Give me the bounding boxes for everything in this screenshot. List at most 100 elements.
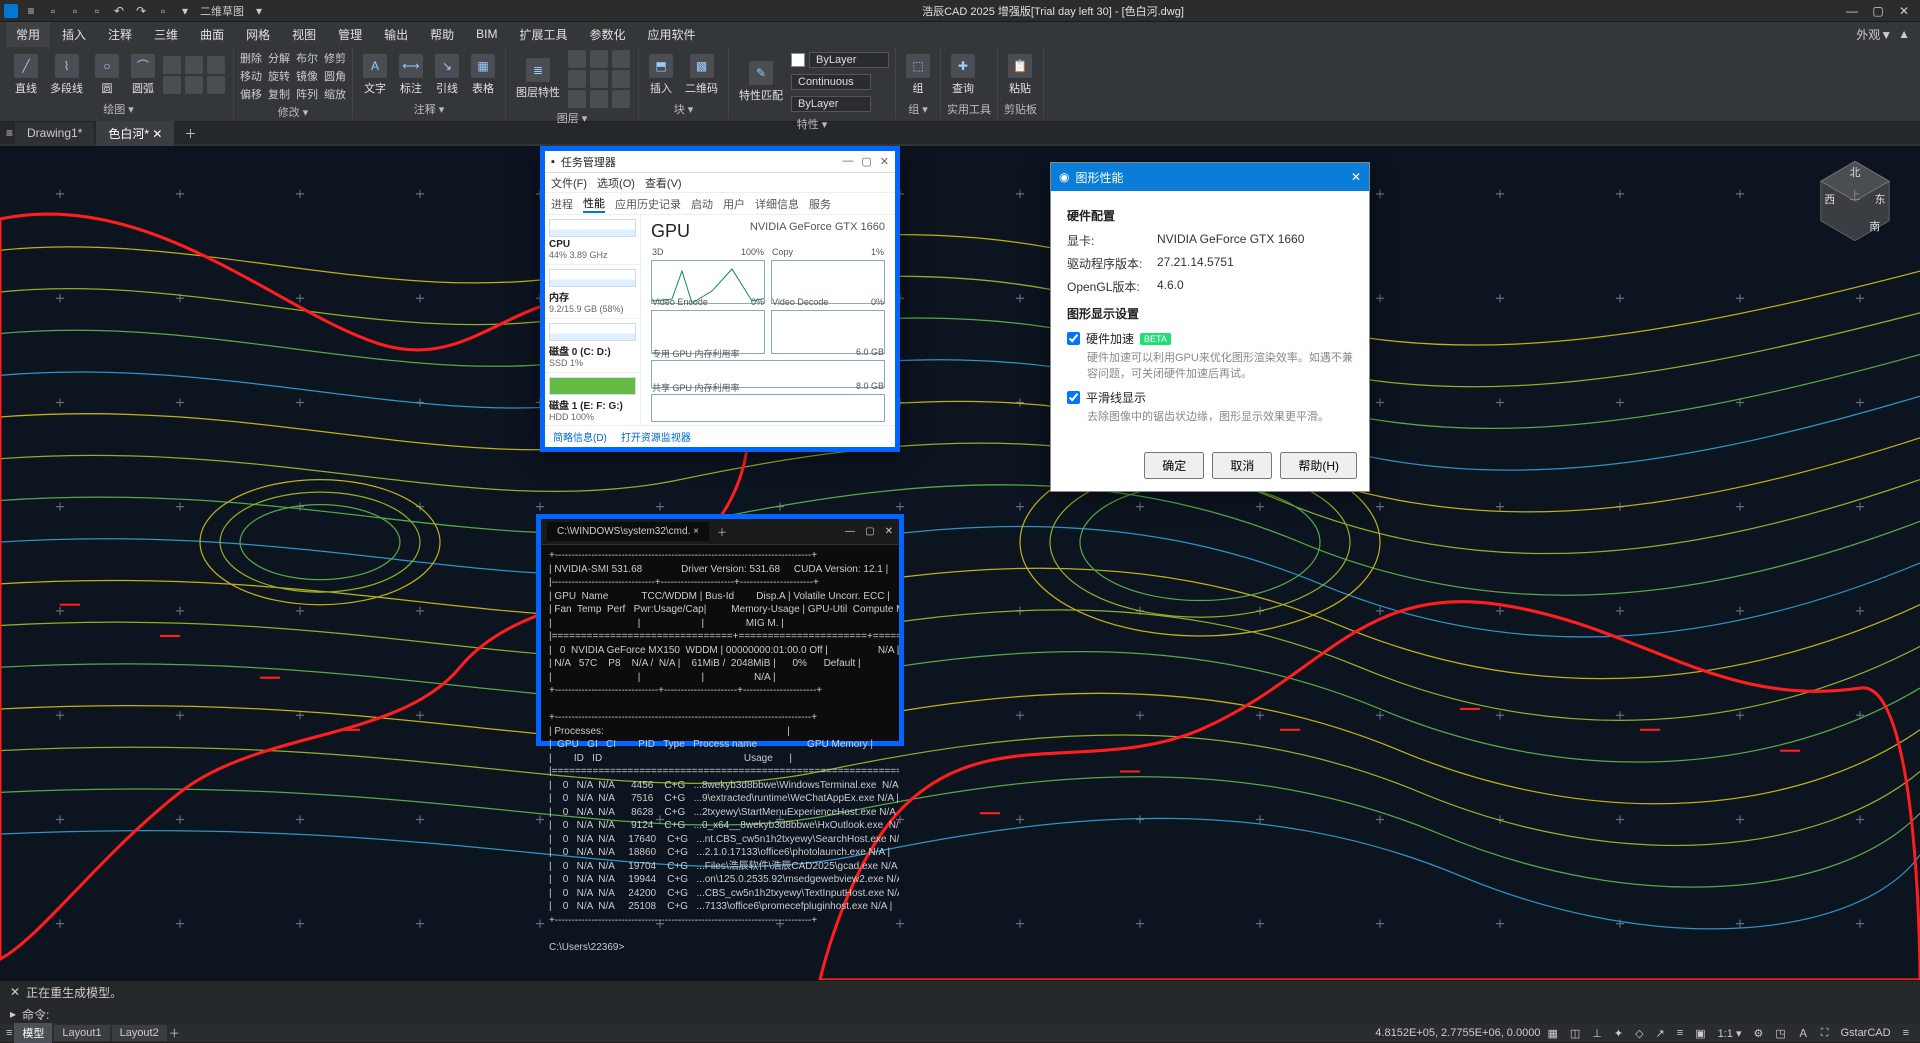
layout-tab-model[interactable]: 模型 xyxy=(14,1023,52,1043)
tm-tab-proc[interactable]: 进程 xyxy=(551,196,573,212)
status-fullscreen-icon[interactable]: ⛶ xyxy=(1816,1027,1834,1040)
tm-tab-perf[interactable]: 性能 xyxy=(583,195,605,213)
gdlg-ok-button[interactable]: 确定 xyxy=(1144,452,1204,479)
cmd-trim[interactable]: 修剪 xyxy=(324,50,346,66)
workspace-dropdown-icon[interactable]: ▾ xyxy=(252,4,266,18)
tm-min-icon[interactable]: — xyxy=(842,155,853,168)
status-dyn-icon[interactable]: ▣ xyxy=(1690,1027,1710,1040)
ribbon-tab-insert[interactable]: 插入 xyxy=(52,22,96,47)
status-snap-icon[interactable]: ◫ xyxy=(1565,1027,1585,1040)
minimize-button[interactable]: — xyxy=(1840,2,1864,20)
status-lwt-icon[interactable]: ≡ xyxy=(1672,1027,1688,1039)
doc-tabs-menu-icon[interactable]: ≡ xyxy=(6,126,13,140)
panel-layer-label[interactable]: 图层 ▾ xyxy=(512,108,632,126)
tm-side-mem[interactable]: 内存9.2/15.9 GB (58%) xyxy=(545,265,640,319)
qat-new-icon[interactable]: ▫ xyxy=(46,4,60,18)
status-gear-icon[interactable]: ⚙ xyxy=(1748,1027,1768,1040)
qat-dropdown-icon[interactable]: ▾ xyxy=(178,4,192,18)
cmd-scale[interactable]: 缩放 xyxy=(324,86,346,102)
term-tab[interactable]: C:\WINDOWS\system32\cmd. × xyxy=(547,522,709,541)
cmd-matchprop[interactable]: ✎特性匹配 xyxy=(735,59,787,105)
term-tab-add-icon[interactable]: ＋ xyxy=(709,524,735,539)
command-input[interactable] xyxy=(55,1007,1910,1022)
task-manager-window[interactable]: ▪ 任务管理器 —▢✕ 文件(F) 选项(O) 查看(V) 进程 性能 应用历史… xyxy=(540,146,900,452)
cmd-fillet[interactable]: 圆角 xyxy=(324,68,346,84)
cmd-layerprop[interactable]: ≣图层特性 xyxy=(512,56,564,102)
gdlg-hwaccel-checkbox[interactable]: 硬件加速 BETA xyxy=(1067,330,1353,347)
qat-redo-icon[interactable]: ↷ xyxy=(134,4,148,18)
cmd-arc[interactable]: ⌒圆弧 xyxy=(127,52,159,98)
cmd-qr[interactable]: ▩二维码 xyxy=(681,52,722,98)
cmd-leader[interactable]: ↘引线 xyxy=(431,52,463,98)
qat-save-icon[interactable]: ▫ xyxy=(90,4,104,18)
cmd-copy[interactable]: 复制 xyxy=(268,86,290,102)
tm-max-icon[interactable]: ▢ xyxy=(861,155,871,168)
gdlg-smooth-checkbox[interactable]: 平滑线显示 xyxy=(1067,389,1353,406)
menu-icon[interactable]: ≡ xyxy=(24,4,38,18)
status-grid-icon[interactable]: ▦ xyxy=(1542,1027,1562,1040)
cmd-table[interactable]: ▦表格 xyxy=(467,52,499,98)
cmd-offset[interactable]: 偏移 xyxy=(240,86,262,102)
tm-tab-hist[interactable]: 应用历史记录 xyxy=(615,196,681,212)
panel-util-label[interactable]: 实用工具 xyxy=(947,99,991,117)
doc-tab-1[interactable]: Drawing1* xyxy=(15,122,94,144)
lineweight-select[interactable]: ByLayer xyxy=(791,96,871,112)
gdlg-help-button[interactable]: 帮助(H) xyxy=(1280,452,1357,479)
close-button[interactable]: ✕ xyxy=(1892,2,1916,20)
panel-modify-label[interactable]: 修改 ▾ xyxy=(240,102,346,120)
ribbon-tab-view[interactable]: 视图 xyxy=(282,22,326,47)
layout-add-icon[interactable]: ＋ xyxy=(169,1025,180,1041)
doc-tab-close-icon[interactable]: ✕ xyxy=(152,127,162,141)
status-menu-icon[interactable]: ≡ xyxy=(1898,1027,1914,1039)
view-cube[interactable]: 北 西 东 上 南 xyxy=(1810,156,1900,246)
panel-draw-label[interactable]: 绘图 ▾ xyxy=(10,99,227,117)
status-otrack-icon[interactable]: ↗ xyxy=(1651,1027,1670,1040)
draw-small-tools[interactable] xyxy=(163,56,227,94)
tm-tab-users[interactable]: 用户 xyxy=(723,196,745,212)
tm-less-link[interactable]: 简略信息(D) xyxy=(553,429,607,444)
panel-property-label[interactable]: 特性 ▾ xyxy=(735,114,889,132)
cmd-expand-icon[interactable]: ✕ xyxy=(10,985,20,999)
doc-tab-2[interactable]: 色白河* ✕ xyxy=(96,121,174,146)
cmd-move[interactable]: 移动 xyxy=(240,68,262,84)
tm-side-cpu[interactable]: CPU44% 3.89 GHz xyxy=(545,215,640,265)
maximize-button[interactable]: ▢ xyxy=(1866,2,1890,20)
ribbon-tab-output[interactable]: 输出 xyxy=(374,22,418,47)
status-scale[interactable]: 1:1 ▾ xyxy=(1713,1027,1747,1040)
color-select[interactable]: ByLayer xyxy=(809,52,889,68)
doc-tab-add[interactable]: ＋ xyxy=(176,121,204,146)
cmd-run-icon[interactable]: ▸ xyxy=(10,1007,16,1021)
collapse-ribbon-icon[interactable]: ▲ xyxy=(1898,27,1910,41)
tm-close-icon[interactable]: ✕ xyxy=(880,155,889,168)
ribbon-tab-3d[interactable]: 三维 xyxy=(144,22,188,47)
tm-tab-detail[interactable]: 详细信息 xyxy=(755,196,799,212)
drawing-canvas[interactable]: 北 西 东 上 南 ▪ 任务管理器 —▢✕ 文件(F) 选项(O) 查看(V) … xyxy=(0,146,1920,980)
status-polar-icon[interactable]: ✦ xyxy=(1609,1027,1628,1040)
cmd-polyline[interactable]: ⌇多段线 xyxy=(46,52,87,98)
ribbon-tab-manage[interactable]: 管理 xyxy=(328,22,372,47)
tm-menu-options[interactable]: 选项(O) xyxy=(597,175,635,191)
ribbon-tab-surface[interactable]: 曲面 xyxy=(190,22,234,47)
tm-menu-view[interactable]: 查看(V) xyxy=(645,175,682,191)
terminal-window[interactable]: C:\WINDOWS\system32\cmd. × ＋ —▢✕ +------… xyxy=(536,514,904,746)
layout-tab-1[interactable]: Layout1 xyxy=(54,1025,109,1041)
layout-tab-2[interactable]: Layout2 xyxy=(112,1025,167,1041)
cmd-erase[interactable]: 删除 xyxy=(240,50,262,66)
term-min-icon[interactable]: — xyxy=(845,526,855,537)
cmd-paste[interactable]: 📋粘贴 xyxy=(1004,52,1036,98)
status-ortho-icon[interactable]: ⊥ xyxy=(1587,1027,1607,1040)
layer-small-tools[interactable] xyxy=(568,50,632,108)
cmd-measure[interactable]: ✚查询 xyxy=(947,52,979,98)
appearance-dropdown[interactable]: 外观▼ xyxy=(1856,26,1892,43)
tm-side-disk0[interactable]: 磁盘 0 (C: D:)SSD 1% xyxy=(545,319,640,373)
ribbon-tab-home[interactable]: 常用 xyxy=(6,22,50,47)
layout-menu-icon[interactable]: ≡ xyxy=(6,1027,12,1039)
status-osnap-icon[interactable]: ◇ xyxy=(1630,1027,1648,1040)
tm-tab-start[interactable]: 启动 xyxy=(691,196,713,212)
tm-menu-file[interactable]: 文件(F) xyxy=(551,175,587,191)
cmd-explode[interactable]: 分解 xyxy=(268,50,290,66)
tm-side-disk1[interactable]: 磁盘 1 (E: F: G:)HDD 100% xyxy=(545,373,640,425)
ribbon-tab-ext[interactable]: 扩展工具 xyxy=(510,22,578,47)
cmd-line[interactable]: ╱直线 xyxy=(10,52,42,98)
panel-group-label[interactable]: 组 ▾ xyxy=(902,99,934,117)
